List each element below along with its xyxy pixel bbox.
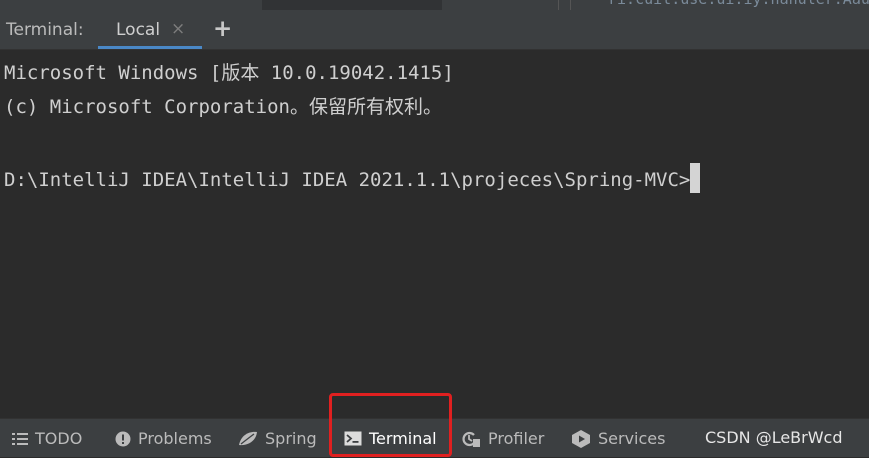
tool-window-terminal[interactable]: Terminal xyxy=(344,419,437,458)
tab-local[interactable]: Local × xyxy=(98,10,202,49)
editor-top-strip: ri.cuil.use.ui.iy.nanuler.Aaupu xyxy=(0,0,869,10)
terminal-line: (c) Microsoft Corporation。保留所有权利。 xyxy=(4,96,442,118)
editor-divider xyxy=(570,0,571,10)
list-icon xyxy=(12,432,28,446)
tool-window-problems[interactable]: Problems xyxy=(115,419,212,458)
tool-window-label: Services xyxy=(598,429,666,448)
terminal-output-area[interactable]: Microsoft Windows [版本 10.0.19042.1415] (… xyxy=(0,51,869,418)
terminal-prompt-line: D:\IntelliJ IDEA\IntelliJ IDEA 2021.1.1\… xyxy=(4,163,701,193)
tool-window-label: Problems xyxy=(138,429,212,448)
tool-window-spring[interactable]: Spring xyxy=(238,419,317,458)
terminal-tab-bar: Terminal: Local × + xyxy=(0,10,869,50)
tool-window-profiler[interactable]: Profiler xyxy=(461,419,544,458)
clipped-editor-text: ri.cuil.use.ui.iy.nanuler.Aaupu xyxy=(608,0,869,8)
tool-window-label: Profiler xyxy=(488,429,545,448)
tool-window-todo[interactable]: TODO xyxy=(12,419,82,458)
profiler-icon xyxy=(461,430,481,448)
editor-divider xyxy=(558,0,559,10)
editor-area-fragment xyxy=(262,0,442,10)
warning-icon xyxy=(115,431,131,447)
watermark: CSDN @LeBrWcd xyxy=(705,428,843,447)
terminal-prompt: D:\IntelliJ IDEA\IntelliJ IDEA 2021.1.1\… xyxy=(4,169,691,191)
tool-window-label: TODO xyxy=(35,429,83,448)
tab-local-label: Local xyxy=(116,20,161,40)
terminal-panel-title: Terminal: xyxy=(6,20,84,40)
terminal-icon xyxy=(344,431,362,446)
spring-leaf-icon xyxy=(238,431,258,447)
services-icon xyxy=(571,429,591,448)
close-tab-icon[interactable]: × xyxy=(171,19,185,39)
tool-window-label: Spring xyxy=(265,429,317,448)
terminal-cursor xyxy=(690,163,701,193)
tool-window-services[interactable]: Services xyxy=(571,419,665,458)
terminal-line: Microsoft Windows [版本 10.0.19042.1415] xyxy=(4,62,454,84)
new-terminal-session-button[interactable]: + xyxy=(213,16,232,42)
tool-window-label: Terminal xyxy=(369,429,437,448)
